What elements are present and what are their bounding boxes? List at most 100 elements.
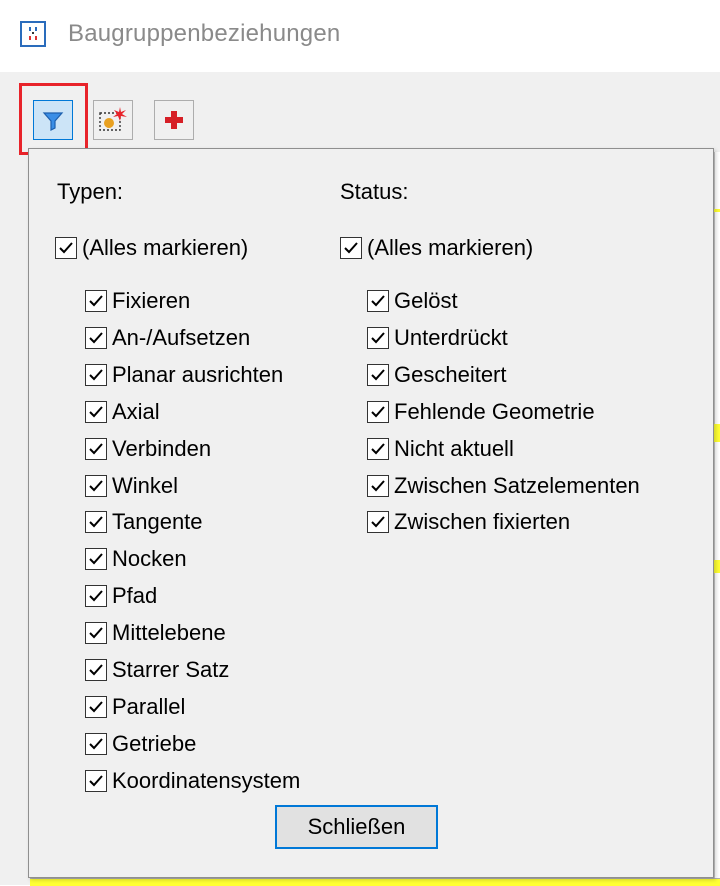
checkbox-label: (Alles markieren): [367, 235, 534, 260]
filter-popup: Typen: (Alles markieren) Fixieren An-/Aufs…: [28, 148, 714, 878]
add-relation-icon: [165, 111, 183, 129]
checkbox-label: Winkel: [112, 472, 179, 498]
checkmark-icon: [89, 738, 103, 750]
add-relation-button[interactable]: [154, 100, 194, 140]
checkbox-label: Pfad: [112, 583, 158, 609]
checkbox-row[interactable]: Pfad: [85, 581, 157, 611]
checkbox[interactable]: [85, 511, 107, 534]
checkbox[interactable]: [367, 474, 389, 497]
close-button[interactable]: Schließen: [275, 805, 438, 849]
checkbox-label: Parallel: [112, 693, 186, 719]
checkbox[interactable]: [85, 400, 107, 423]
checkbox-row[interactable]: Gelöst: [367, 286, 458, 316]
checkbox-row[interactable]: Nocken: [85, 544, 187, 574]
checkbox-row[interactable]: Starrer Satz: [85, 655, 229, 685]
checkbox[interactable]: [367, 363, 389, 386]
checkbox-row[interactable]: Fehlende Geometrie: [367, 397, 595, 427]
assembly-relations-window: Baugruppenbeziehungen Typen: (Alles mark…: [0, 0, 720, 886]
checkbox[interactable]: [367, 290, 389, 312]
checkbox-row[interactable]: Koordinatensystem: [85, 766, 300, 796]
checkbox[interactable]: [85, 326, 107, 349]
checkmark-icon: [89, 516, 103, 528]
checkbox-row[interactable]: Nicht aktuell: [367, 434, 514, 464]
checkbox[interactable]: [85, 474, 107, 497]
background-row-highlight: [714, 560, 720, 573]
checkbox[interactable]: [367, 511, 389, 534]
window-title: Baugruppenbeziehungen: [68, 20, 341, 47]
checkmark-icon: [89, 590, 103, 602]
checkmark-icon: [89, 442, 103, 455]
checkbox-label: Zwischen Satzelementen: [394, 472, 640, 498]
checkbox[interactable]: [85, 548, 107, 571]
checkbox-row[interactable]: Planar ausrichten: [85, 360, 283, 390]
checkbox-label: Fixieren: [112, 288, 191, 313]
checkmark-icon: [89, 369, 103, 381]
checkbox[interactable]: [367, 326, 389, 349]
checkbox-row[interactable]: Tangente: [85, 507, 203, 537]
checkbox-label: Starrer Satz: [112, 657, 230, 682]
checkbox[interactable]: [85, 585, 107, 608]
checkmark-icon: [344, 242, 358, 254]
highlight-select-button[interactable]: [93, 100, 133, 140]
checkmark-icon: [371, 406, 385, 418]
checkbox-label: Fehlende Geometrie: [394, 398, 595, 424]
checkbox-label: Gescheitert: [394, 361, 507, 387]
checkbox-label: Unterdrückt: [394, 324, 508, 350]
checkbox-row[interactable]: Mittelebene: [85, 618, 226, 648]
checkmark-icon: [371, 369, 385, 381]
checkmark-icon: [371, 516, 385, 528]
checkbox-row[interactable]: (Alles markieren): [340, 233, 533, 263]
app-icon: [20, 21, 46, 47]
checkbox[interactable]: [340, 237, 362, 259]
toolbar: [0, 72, 720, 152]
checkbox[interactable]: [85, 769, 107, 792]
checkmark-icon: [89, 553, 103, 565]
checkbox-label: Mittelebene: [112, 620, 226, 646]
checkmark-icon: [89, 406, 103, 418]
checkbox-row[interactable]: Fixieren: [85, 286, 190, 316]
checkbox[interactable]: [85, 437, 107, 460]
checkbox-label: Getriebe: [112, 730, 197, 756]
checkbox[interactable]: [85, 622, 107, 645]
background-row-highlight: [714, 424, 720, 442]
checkbox[interactable]: [55, 237, 77, 259]
checkmark-icon: [371, 295, 385, 307]
checkbox[interactable]: [367, 437, 389, 460]
checkbox-row[interactable]: (Alles markieren): [55, 233, 248, 263]
checkmark-icon: [371, 479, 385, 491]
checkbox[interactable]: [85, 659, 107, 681]
checkbox[interactable]: [85, 695, 107, 718]
checkmark-icon: [89, 479, 103, 491]
checkbox-row[interactable]: Getriebe: [85, 729, 196, 759]
checkbox-row[interactable]: Verbinden: [85, 434, 211, 464]
checkmark-icon: [89, 701, 103, 713]
title-bar: Baugruppenbeziehungen: [0, 0, 720, 72]
checkbox-row[interactable]: Zwischen Satzelementen: [367, 471, 640, 501]
checkmark-icon: [59, 242, 73, 254]
checkbox-row[interactable]: Gescheitert: [367, 360, 507, 390]
checkbox-row[interactable]: Winkel: [85, 471, 178, 501]
checkbox[interactable]: [367, 400, 389, 423]
checkbox-row[interactable]: An-/Aufsetzen: [85, 323, 250, 353]
checkbox-label: Axial: [112, 398, 160, 424]
checkbox-label: Nocken: [112, 546, 187, 572]
checkmark-icon: [371, 332, 385, 344]
checkbox-row[interactable]: Unterdrückt: [367, 323, 508, 353]
background-row-highlight: [714, 209, 720, 212]
checkbox-label: Nicht aktuell: [394, 435, 514, 461]
checkbox-label: Tangente: [112, 509, 203, 535]
checkbox-row[interactable]: Axial: [85, 397, 160, 427]
checkmark-icon: [89, 295, 103, 307]
checkmark-icon: [371, 442, 385, 455]
checkbox-label: Verbinden: [112, 435, 212, 461]
highlight-select-icon: [99, 107, 127, 131]
checkbox-row[interactable]: Parallel: [85, 692, 185, 722]
checkbox-row[interactable]: Zwischen fixierten: [367, 507, 570, 537]
background-list-edge: [714, 152, 720, 885]
checkbox[interactable]: [85, 363, 107, 386]
checkbox[interactable]: [85, 732, 107, 755]
checkbox-label: Gelöst: [394, 288, 458, 313]
checkmark-icon: [89, 627, 103, 639]
checkmark-icon: [89, 775, 103, 787]
checkbox[interactable]: [85, 290, 107, 312]
